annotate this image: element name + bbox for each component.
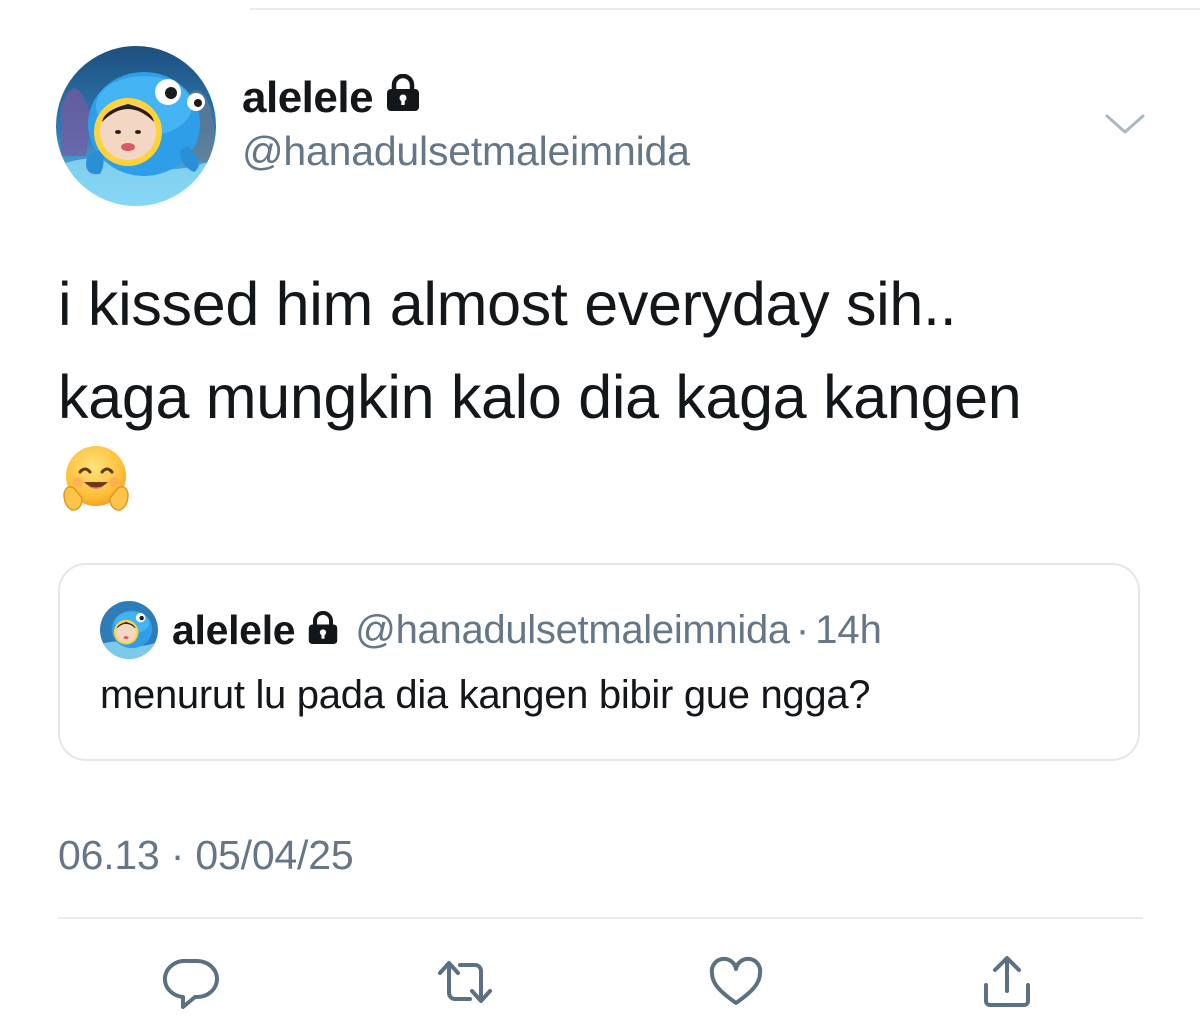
- reply-icon: [163, 958, 219, 1009]
- quoted-tweet-text: menurut lu pada dia kangen bibir gue ngg…: [100, 673, 871, 717]
- top-divider: [250, 8, 1200, 10]
- hugging-face-emoji-icon: [60, 444, 132, 516]
- actions-divider: [58, 917, 1143, 919]
- retweet-button[interactable]: [433, 950, 497, 1014]
- protected-lock-icon: [385, 73, 421, 123]
- share-button[interactable]: [975, 950, 1039, 1014]
- heart-icon: [709, 956, 763, 1005]
- chevron-down-icon[interactable]: [1104, 110, 1146, 138]
- retweet-icon: [438, 961, 492, 1003]
- author-handle[interactable]: @hanadulsetmaleimnida: [242, 128, 690, 175]
- quoted-tweet-header: alelele @hanadulsetmaleimnida · 14h: [172, 601, 882, 659]
- reply-button[interactable]: [160, 950, 224, 1014]
- author-display-name[interactable]: alelele: [242, 70, 421, 126]
- like-button[interactable]: [704, 950, 768, 1014]
- quoted-author-handle: @hanadulsetmaleimnida: [355, 607, 790, 652]
- tweet-text: i kissed him almost everyday sih.. kaga …: [58, 270, 1022, 431]
- tweet-timestamp[interactable]: 06.13 · 05/04/25: [58, 832, 354, 879]
- quoted-tweet-card[interactable]: alelele @hanadulsetmaleimnida · 14h menu…: [58, 563, 1140, 761]
- quoted-tweet-time: 14h: [815, 607, 882, 652]
- quoted-author-avatar: [100, 601, 158, 659]
- share-icon: [984, 956, 1030, 1007]
- author-name-text[interactable]: alelele: [242, 73, 374, 123]
- author-avatar[interactable]: [56, 46, 216, 206]
- quoted-lock-icon: [307, 610, 339, 650]
- quoted-separator-dot: ·: [795, 607, 810, 652]
- quoted-author-name: alelele: [172, 606, 296, 653]
